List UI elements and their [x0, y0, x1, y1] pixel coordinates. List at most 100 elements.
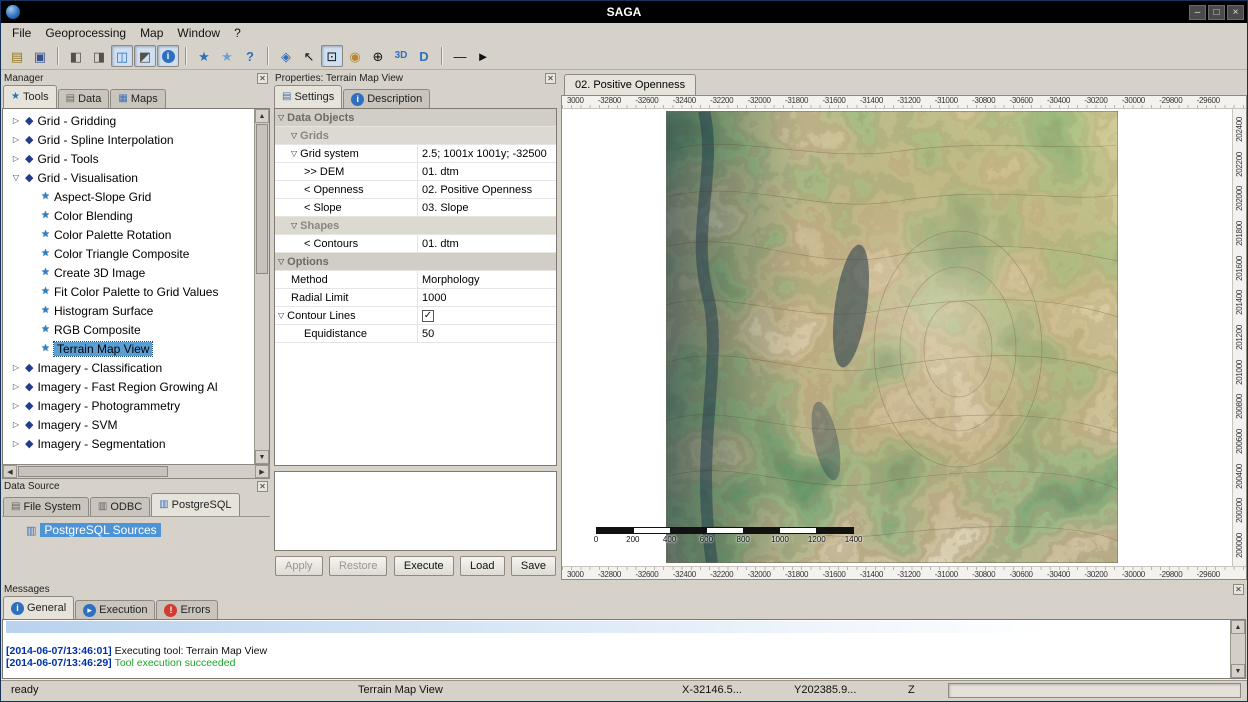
- log-area[interactable]: [2014-06-07/13:46:01] Executing tool: Te…: [2, 619, 1246, 679]
- save-button[interactable]: ▣: [29, 45, 51, 67]
- expand-arrow-icon[interactable]: ▷: [11, 382, 21, 391]
- property-row-options[interactable]: ▽Options: [275, 253, 556, 271]
- log-scroll-down-icon[interactable]: ▼: [1231, 664, 1245, 678]
- run-tool-button[interactable]: ★: [193, 45, 215, 67]
- manager-vscrollbar[interactable]: ▲▼: [254, 109, 269, 464]
- hscroll-track[interactable]: [169, 465, 255, 478]
- property-value[interactable]: 02. Positive Openness: [418, 181, 556, 198]
- save-button[interactable]: Save: [511, 556, 556, 576]
- manager-tree[interactable]: ▷◆Grid - Gridding▷◆Grid - Spline Interpo…: [2, 108, 270, 464]
- show-manager-button[interactable]: ◧: [65, 45, 87, 67]
- datasource-tab-postgresql[interactable]: ▥PostgreSQL: [151, 493, 239, 516]
- show-properties-button[interactable]: ◨: [88, 45, 110, 67]
- expand-arrow-icon[interactable]: ▷: [11, 116, 21, 125]
- pointer-button[interactable]: ↖: [298, 45, 320, 67]
- tree-category-grid-visualisation[interactable]: ▽◆Grid - Visualisation: [5, 168, 253, 187]
- info-button[interactable]: i: [157, 45, 179, 67]
- tree-category-imagery-fast-region-growing-al[interactable]: ▷◆Imagery - Fast Region Growing Al: [5, 377, 253, 396]
- tree-tool-aspect-slope-grid[interactable]: ★Aspect-Slope Grid: [5, 187, 253, 206]
- show-data-source-button[interactable]: ◫: [111, 45, 133, 67]
- scroll-right-icon[interactable]: ▶: [255, 465, 269, 478]
- property-row-shapes[interactable]: ▽Shapes: [275, 217, 556, 235]
- pan-button[interactable]: ◉: [344, 45, 366, 67]
- log-selected-line[interactable]: [6, 621, 1229, 633]
- tree-tool-histogram-surface[interactable]: ★Histogram Surface: [5, 301, 253, 320]
- manager-tab-data[interactable]: ▤Data: [58, 89, 110, 108]
- tree-tool-create-3d-image[interactable]: ★Create 3D Image: [5, 263, 253, 282]
- property-row-radial-limit[interactable]: Radial Limit1000: [275, 289, 556, 307]
- log-scrollbar[interactable]: ▲ ▼: [1230, 620, 1245, 678]
- close-properties-panel-button[interactable]: ✕: [545, 73, 556, 84]
- tree-tool-color-palette-rotation[interactable]: ★Color Palette Rotation: [5, 225, 253, 244]
- manager-hscrollbar[interactable]: ◀ ▶: [2, 464, 270, 479]
- collapse-arrow-icon[interactable]: ▽: [291, 131, 297, 140]
- property-value[interactable]: 50: [418, 325, 556, 342]
- expand-arrow-icon[interactable]: ▷: [11, 401, 21, 410]
- load-button[interactable]: Load: [460, 556, 504, 576]
- properties-tab-description[interactable]: iDescription: [343, 89, 430, 108]
- datasource-tab-odbc[interactable]: ▥ODBC: [90, 497, 150, 516]
- collapse-arrow-icon[interactable]: ▽: [278, 257, 284, 266]
- tree-scroll-up-icon[interactable]: ▲: [255, 109, 269, 123]
- show-messages-button[interactable]: ◩: [134, 45, 156, 67]
- new-map-button[interactable]: ◈: [275, 45, 297, 67]
- property-value[interactable]: 2.5; 1001x 1001y; -32500: [418, 145, 556, 162]
- zoom-in-button[interactable]: ⊕: [367, 45, 389, 67]
- tree-category-imagery-classification[interactable]: ▷◆Imagery - Classification: [5, 358, 253, 377]
- menu-geoprocessing[interactable]: Geoprocessing: [38, 24, 133, 42]
- property-row-method[interactable]: MethodMorphology: [275, 271, 556, 289]
- select-arrow-button[interactable]: ►: [472, 45, 494, 67]
- menu-item[interactable]: ?: [227, 24, 248, 42]
- manager-tab-maps[interactable]: ▦Maps: [110, 89, 165, 108]
- tool-chest-button[interactable]: ★: [216, 45, 238, 67]
- zoom-extent-button[interactable]: ⊡: [321, 45, 343, 67]
- collapse-arrow-icon[interactable]: ▽: [11, 173, 21, 182]
- expand-arrow-icon[interactable]: ▷: [11, 439, 21, 448]
- property-row-dem[interactable]: >> DEM01. dtm: [275, 163, 556, 181]
- measure-line-button[interactable]: —: [449, 45, 471, 67]
- property-row-contours[interactable]: < Contours01. dtm: [275, 235, 556, 253]
- close-manager-panel-button[interactable]: ✕: [257, 73, 268, 84]
- scroll-left-icon[interactable]: ◀: [3, 465, 17, 478]
- datasource-item-postgresql-sources[interactable]: ▥PostgreSQL Sources: [26, 521, 270, 539]
- maximize-button[interactable]: □: [1208, 5, 1225, 20]
- property-row-data-objects[interactable]: ▽Data Objects: [275, 109, 556, 127]
- tree-scroll-down-icon[interactable]: ▼: [255, 450, 269, 464]
- tree-category-grid-gridding[interactable]: ▷◆Grid - Gridding: [5, 111, 253, 130]
- datasource-tree[interactable]: ▥PostgreSQL Sources: [2, 516, 270, 580]
- menu-window[interactable]: Window: [170, 24, 227, 42]
- expand-arrow-icon[interactable]: ▷: [11, 363, 21, 372]
- property-value[interactable]: 1000: [418, 289, 556, 306]
- close-button[interactable]: ×: [1227, 5, 1244, 20]
- map-canvas[interactable]: 0200400600800100012001400: [562, 109, 1232, 566]
- print-map-button[interactable]: D: [413, 45, 435, 67]
- expand-arrow-icon[interactable]: ▷: [11, 420, 21, 429]
- collapse-arrow-icon[interactable]: ▽: [291, 149, 297, 158]
- menu-file[interactable]: File: [5, 24, 38, 42]
- property-grid[interactable]: ▽Data Objects▽Grids▽Grid system2.5; 1001…: [274, 108, 557, 466]
- property-row-grid-system[interactable]: ▽Grid system2.5; 1001x 1001y; -32500: [275, 145, 556, 163]
- expand-arrow-icon[interactable]: ▷: [11, 135, 21, 144]
- collapse-arrow-icon[interactable]: ▽: [278, 113, 284, 122]
- messages-tab-execution[interactable]: ▸Execution: [75, 600, 155, 619]
- property-value[interactable]: 01. dtm: [418, 163, 556, 180]
- datasource-tab-file-system[interactable]: ▤File System: [3, 497, 89, 516]
- tree-category-grid-tools[interactable]: ▷◆Grid - Tools: [5, 149, 253, 168]
- expand-arrow-icon[interactable]: ▷: [11, 154, 21, 163]
- tree-scroll-track[interactable]: [255, 275, 269, 450]
- map-tab-positive-openness[interactable]: 02. Positive Openness: [564, 74, 696, 95]
- property-value[interactable]: 03. Slope: [418, 199, 556, 216]
- property-value[interactable]: ✓: [418, 307, 556, 324]
- tree-tool-fit-color-palette-to-grid-values[interactable]: ★Fit Color Palette to Grid Values: [5, 282, 253, 301]
- help-button[interactable]: ?: [239, 45, 261, 67]
- property-row-grids[interactable]: ▽Grids: [275, 127, 556, 145]
- tree-tool-rgb-composite[interactable]: ★RGB Composite: [5, 320, 253, 339]
- tree-category-imagery-svm[interactable]: ▷◆Imagery - SVM: [5, 415, 253, 434]
- titlebar[interactable]: SAGA – □ ×: [1, 1, 1247, 23]
- tree-category-imagery-photogrammetry[interactable]: ▷◆Imagery - Photogrammetry: [5, 396, 253, 415]
- manager-tab-tools[interactable]: ★Tools: [3, 85, 57, 108]
- tree-scroll-thumb[interactable]: [256, 124, 268, 274]
- collapse-arrow-icon[interactable]: ▽: [278, 311, 284, 320]
- tree-category-imagery-segmentation[interactable]: ▷◆Imagery - Segmentation: [5, 434, 253, 453]
- contour-lines-checkbox[interactable]: ✓: [422, 310, 434, 322]
